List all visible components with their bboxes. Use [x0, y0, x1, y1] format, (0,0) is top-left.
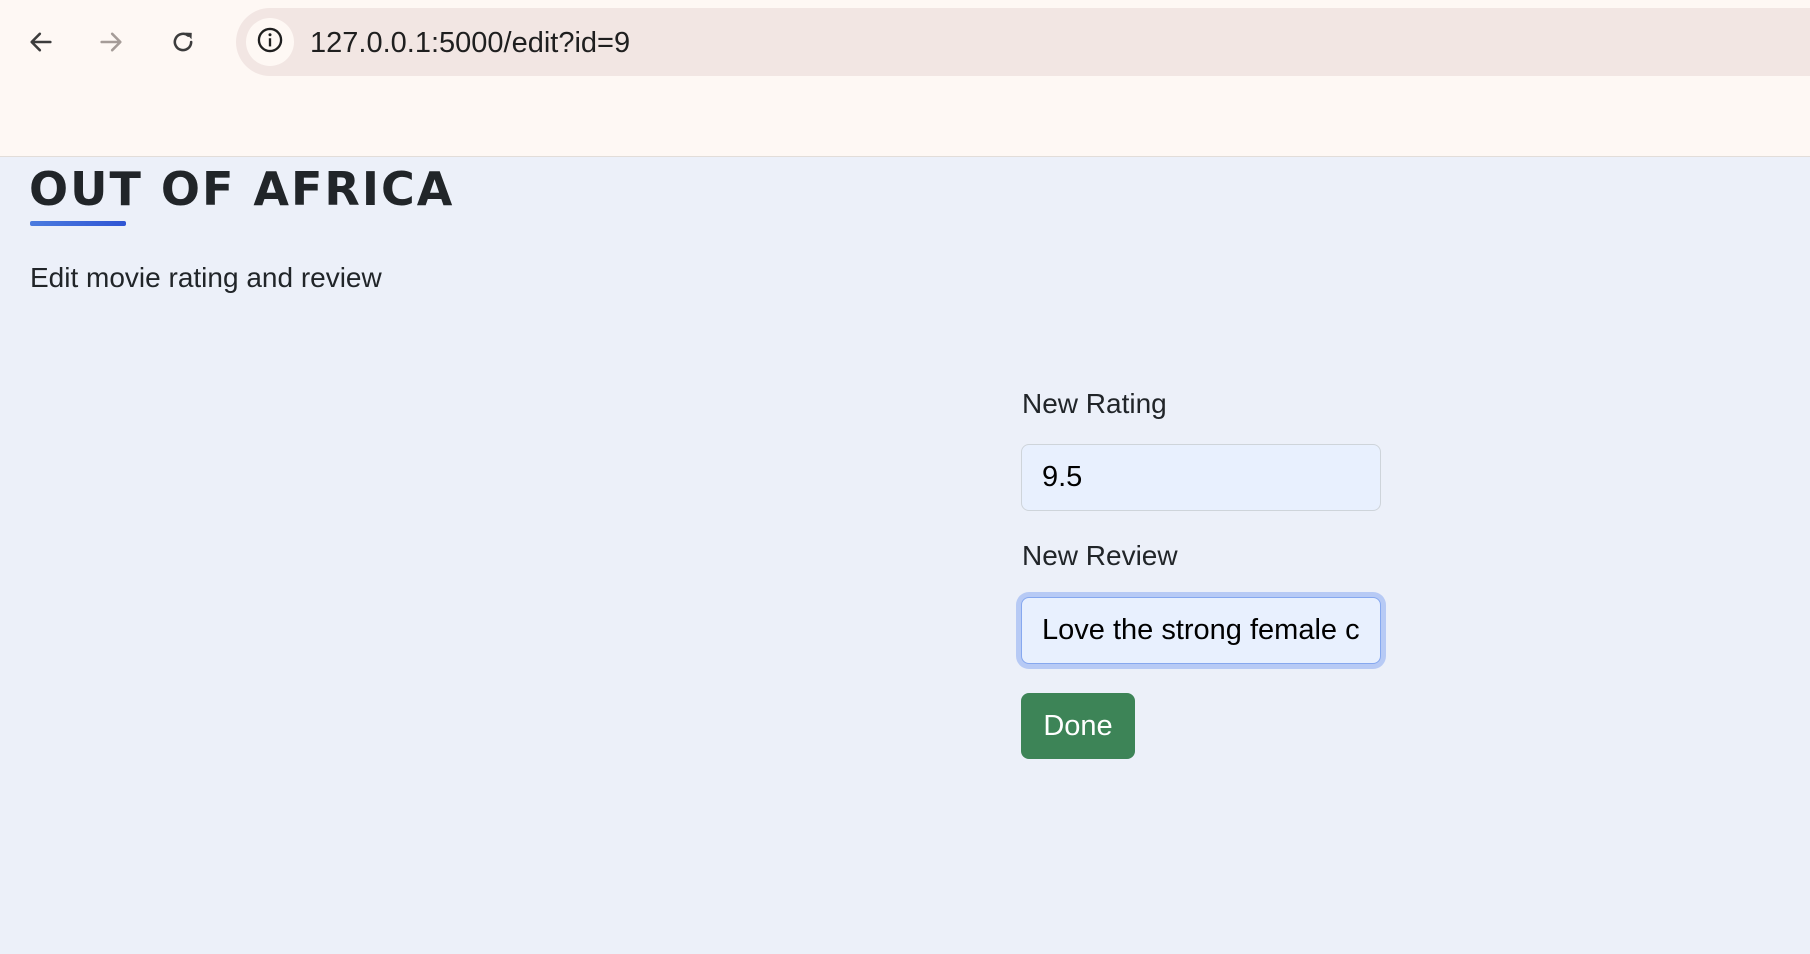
rating-label: New Rating [1022, 388, 1167, 419]
address-bar[interactable]: 127.0.0.1:5000/edit?id=9 [236, 8, 1810, 76]
url-text[interactable]: 127.0.0.1:5000/edit?id=9 [310, 28, 630, 58]
rating-input[interactable] [1021, 444, 1381, 511]
title-underline [30, 221, 126, 226]
reload-button[interactable] [163, 22, 203, 62]
arrow-left-icon [27, 28, 55, 56]
forward-button[interactable] [91, 22, 131, 62]
site-info-button[interactable] [246, 18, 294, 66]
reload-icon [169, 28, 197, 56]
page-title: OUT OF AFRICA [29, 162, 455, 216]
browser-toolbar: 127.0.0.1:5000/edit?id=9 [0, 0, 1810, 157]
edit-page: OUT OF AFRICA Edit movie rating and revi… [0, 157, 1810, 954]
arrow-right-icon [97, 28, 125, 56]
page-subtitle: Edit movie rating and review [30, 262, 382, 293]
review-label: New Review [1022, 540, 1178, 571]
done-button[interactable]: Done [1021, 693, 1135, 759]
info-circle-icon [256, 26, 284, 59]
back-button[interactable] [21, 22, 61, 62]
review-input[interactable] [1021, 597, 1381, 664]
